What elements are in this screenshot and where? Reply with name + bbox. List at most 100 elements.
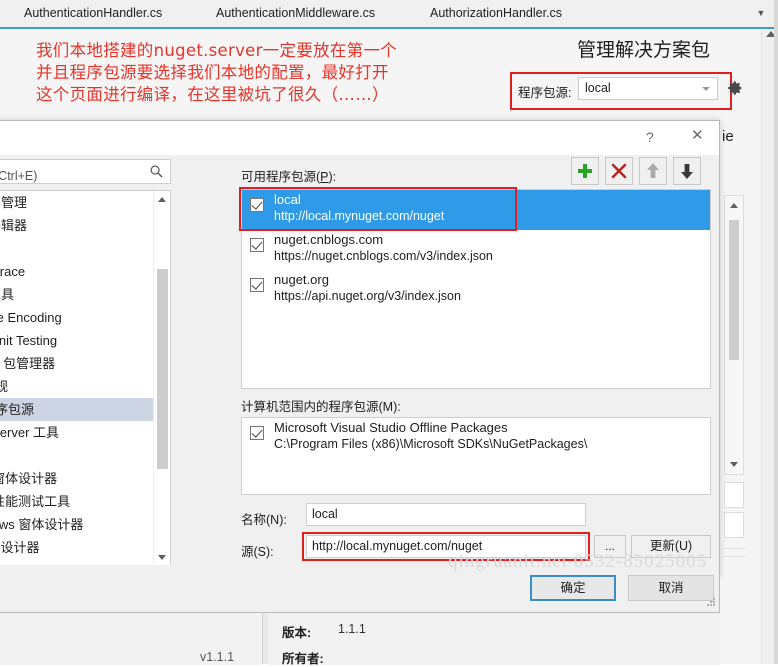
- search-input[interactable]: 搜索选项(Ctrl+E): [0, 159, 171, 184]
- package-source-value: local: [585, 81, 611, 95]
- tree-item-3[interactable]: IntelliTrace: [0, 260, 170, 283]
- sources-toolbar: [571, 157, 711, 185]
- background-divider-b: [722, 556, 746, 557]
- tree-item-7[interactable]: NuGet 包管理器: [0, 352, 170, 375]
- tree-item-label: Web 性能测试工具: [0, 494, 71, 509]
- available-sources-label: 可用程序包源(P):: [241, 170, 337, 184]
- package-source-url: https://nuget.cnblogs.com/v3/index.json: [274, 249, 493, 263]
- background-stub-a: [724, 482, 744, 508]
- package-source-row[interactable]: nuget.org https://api.nuget.org/v3/index.…: [242, 270, 710, 310]
- package-source-checkbox[interactable]: [250, 238, 264, 252]
- cancel-button[interactable]: 取消: [628, 575, 714, 601]
- package-list-scrollbar[interactable]: [724, 195, 744, 475]
- move-source-up-button[interactable]: [639, 157, 667, 185]
- package-source-checkbox[interactable]: [250, 278, 264, 292]
- search-icon: [150, 165, 163, 178]
- machine-source-name: Microsoft Visual Studio Offline Packages: [274, 420, 508, 435]
- move-source-down-button[interactable]: [673, 157, 701, 185]
- gear-icon[interactable]: [726, 79, 744, 97]
- detail-version-label: 版本:: [282, 626, 312, 640]
- arrow-up-icon: [647, 163, 659, 178]
- watermark: qingruanit.net 0532-85025005: [448, 551, 708, 572]
- search-input-value: 搜索选项(Ctrl+E): [0, 169, 38, 183]
- tree-item-2[interactable]: 调试: [0, 237, 170, 260]
- package-source-name: nuget.org: [274, 272, 329, 287]
- tree-scroll-down-arrow-icon[interactable]: [158, 555, 166, 560]
- check-icon: [251, 426, 263, 438]
- tree-item-label: IntelliTrace: [0, 264, 26, 279]
- tree-item-9[interactable]: 程序包源: [0, 398, 170, 421]
- tree-scrollbar-thumb[interactable]: [157, 269, 168, 469]
- machine-source-row[interactable]: Microsoft Visual Studio Offline Packages…: [242, 418, 710, 458]
- arrow-down-icon: [681, 164, 693, 179]
- check-icon: [251, 198, 263, 210]
- background-version-text: v1.1.1: [200, 650, 235, 664]
- package-source-url: https://api.nuget.org/v3/index.json: [274, 289, 461, 303]
- page-title: 管理解决方案包: [576, 39, 710, 61]
- close-x-icon: [611, 163, 627, 179]
- tree-item-label: NuGet 包管理器: [0, 356, 56, 371]
- scroll-up-arrow-icon[interactable]: [730, 203, 738, 208]
- chevron-down-icon: [702, 87, 710, 91]
- background-stub-b: [724, 512, 744, 538]
- tree-item-6[interactable]: Live Unit Testing: [0, 329, 170, 352]
- package-source-row[interactable]: local http://local.mynuget.com/nuget: [242, 190, 710, 230]
- detail-version-value: 1.1.1: [338, 622, 366, 636]
- background-divider-a: [722, 548, 746, 549]
- tree-item-13[interactable]: Web 性能测试工具: [0, 490, 170, 513]
- red-annotation-text: 我们本地搭建的nuget.server一定要放在第一个 并且程序包源要选择我们本…: [36, 41, 398, 104]
- package-source-checkbox[interactable]: [250, 198, 264, 212]
- tree-item-label: 性能工具: [0, 287, 15, 302]
- scroll-down-arrow-icon[interactable]: [730, 462, 738, 467]
- machine-sources-list[interactable]: Microsoft Visual Studio Offline Packages…: [241, 417, 711, 495]
- tree-item-0[interactable]: 源代码管理: [0, 191, 170, 214]
- tree-item-12[interactable]: Web 窗体设计器: [0, 467, 170, 490]
- name-input[interactable]: local: [306, 503, 586, 526]
- package-source-name: nuget.cnblogs.com: [274, 232, 384, 247]
- machine-source-url: C:\Program Files (x86)\Microsoft SDKs\Nu…: [274, 437, 588, 451]
- ok-button[interactable]: 确定: [530, 575, 616, 601]
- tree-item-5[interactable]: Fix File Encoding: [0, 306, 170, 329]
- editor-tab-strip: AuthenticationHandler.cs AuthenticationM…: [0, 0, 778, 29]
- close-icon[interactable]: ✕: [691, 128, 704, 144]
- package-source-row[interactable]: nuget.cnblogs.com https://nuget.cnblogs.c…: [242, 230, 710, 270]
- machine-sources-label: 计算机范围内的程序包源(M):: [241, 400, 401, 414]
- background-partial-text: ie: [722, 128, 734, 145]
- name-input-value: local: [312, 507, 338, 521]
- tree-item-label: SQL Server 工具: [0, 425, 60, 440]
- tree-item-1[interactable]: 文本编辑器: [0, 214, 170, 237]
- resize-grip[interactable]: [706, 598, 716, 608]
- scrollbar-thumb[interactable]: [729, 220, 739, 360]
- tree-item-label: Windows 窗体设计器: [0, 517, 84, 532]
- tree-item-10[interactable]: SQL Server 工具: [0, 421, 170, 444]
- machine-source-checkbox[interactable]: [250, 426, 264, 440]
- available-sources-list[interactable]: local http://local.mynuget.com/nuget nuget…: [241, 189, 711, 389]
- detail-owner-label: 所有者:: [282, 652, 324, 666]
- package-source-dropdown[interactable]: local: [578, 77, 718, 100]
- tree-item-8[interactable]: 常规: [0, 375, 170, 398]
- check-icon: [251, 238, 263, 250]
- remove-source-button[interactable]: [605, 157, 633, 185]
- options-tree-scrollbar[interactable]: [153, 191, 170, 566]
- plus-icon: [578, 164, 592, 178]
- tree-scroll-up-arrow-icon[interactable]: [158, 197, 166, 202]
- tree-item-label: XAML 设计器: [0, 540, 40, 555]
- tree-item-11[interactable]: Web: [0, 444, 170, 467]
- options-tree[interactable]: 源代码管理文本编辑器调试 IntelliTrace 性能工具 Fix File Enc…: [0, 190, 171, 567]
- tab-overflow-chevron-down-icon[interactable]: ▼: [752, 0, 770, 27]
- tree-item-15[interactable]: XAML 设计器: [0, 536, 170, 559]
- add-source-button[interactable]: [571, 157, 599, 185]
- package-source-url: http://local.mynuget.com/nuget: [274, 209, 445, 223]
- options-dialog: 项 ? ✕ 搜索选项(Ctrl+E) 源代码管理文本编辑器调试 IntelliTr…: [0, 120, 720, 578]
- window-right-edge: [774, 0, 778, 664]
- editor-tab-0[interactable]: AuthenticationHandler.cs: [14, 0, 173, 27]
- tree-item-label: 常规: [0, 379, 8, 394]
- source-field-label: 源(S):: [241, 545, 274, 559]
- tree-item-label: Live Unit Testing: [0, 333, 58, 348]
- editor-tab-2[interactable]: AuthorizationHandler.cs: [420, 0, 573, 27]
- help-icon[interactable]: ?: [646, 129, 654, 145]
- tree-item-4[interactable]: 性能工具: [0, 283, 170, 306]
- editor-tab-1[interactable]: AuthenticationMiddleware.cs: [206, 0, 386, 27]
- package-source-name: local: [274, 192, 301, 207]
- tree-item-14[interactable]: Windows 窗体设计器: [0, 513, 170, 536]
